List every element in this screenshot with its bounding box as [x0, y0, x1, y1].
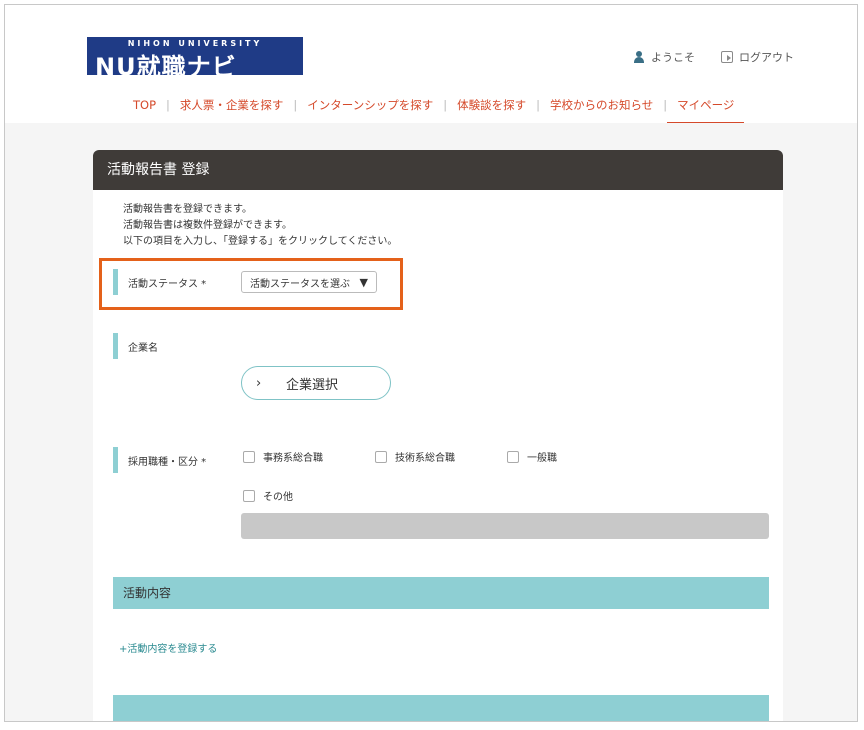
checkbox[interactable] [507, 450, 519, 463]
intro-line: 活動報告書は複数件登録ができます。 [123, 220, 292, 231]
logout-label: ログアウト [739, 51, 794, 64]
company-row-label: 企業名 [113, 333, 158, 359]
company-select-button[interactable]: › 企業選択 [241, 366, 391, 400]
next-section-header [113, 695, 769, 721]
welcome-text: ようこそ [651, 51, 695, 64]
label-marker [113, 447, 118, 473]
activity-section-header: 活動内容 [113, 577, 769, 609]
company-button-label: 企業選択 [286, 377, 339, 393]
job-option-label: 事務系総合職 [263, 453, 323, 464]
nav-item-notices[interactable]: 学校からのお知らせ [540, 97, 663, 113]
intro-line: 以下の項目を入力し、「登録する」をクリックしてください。 [123, 236, 398, 247]
logout-link[interactable]: ログアウト [721, 49, 794, 65]
checkbox[interactable] [375, 450, 387, 463]
job-option-label: その他 [263, 492, 293, 503]
nav-item-experiences[interactable]: 体験談を探す [447, 97, 536, 113]
label-marker [113, 333, 118, 359]
welcome-area: ようこそ [633, 49, 695, 65]
nav-item-mypage[interactable]: マイページ [667, 97, 745, 124]
company-label: 企業名 [128, 342, 158, 354]
job-option-general-office[interactable]: 事務系総合職 [243, 449, 323, 464]
user-icon [633, 51, 645, 63]
job-option-other[interactable]: その他 [243, 488, 293, 503]
screenshot-frame: NIHON UNIVERSITY NU就職ナビ ようこそ ログアウト TOP |… [4, 4, 858, 722]
checkbox[interactable] [243, 489, 255, 502]
job-option-label: 一般職 [527, 453, 557, 464]
form-title: 活動報告書 登録 [93, 150, 783, 190]
logo-title: NU就職ナビ [95, 53, 237, 81]
job-option-label: 技術系総合職 [395, 453, 455, 464]
nav-item-top[interactable]: TOP [123, 98, 166, 112]
job-row-label: 採用職種・区分 * [113, 447, 206, 473]
intro-line: 活動報告書を登録できます。 [123, 204, 252, 215]
intro-text: 活動報告書を登録できます。 活動報告書は複数件登録ができます。 以下の項目を入力… [123, 202, 397, 250]
add-activity-link[interactable]: +活動内容を登録する [119, 640, 217, 655]
job-option-clerical[interactable]: 一般職 [507, 449, 557, 464]
nav-list: TOP | 求人票・企業を探す | インターンシップを探す | 体験談を探す |… [123, 97, 745, 124]
report-form-card: 活動報告書 登録 活動報告書を登録できます。 活動報告書は複数件登録ができます。… [93, 150, 783, 721]
chevron-right-icon: › [256, 375, 262, 391]
checkbox[interactable] [243, 450, 255, 463]
job-option-general-tech[interactable]: 技術系総合職 [375, 449, 455, 464]
site-logo[interactable]: NIHON UNIVERSITY NU就職ナビ [87, 37, 303, 81]
highlight-box [99, 258, 403, 310]
job-label: 採用職種・区分 * [128, 456, 207, 468]
nav-item-jobs[interactable]: 求人票・企業を探す [170, 97, 294, 113]
nav-item-internship[interactable]: インターンシップを探す [297, 97, 443, 113]
other-text-input[interactable] [241, 513, 769, 539]
main-nav: TOP | 求人票・企業を探す | インターンシップを探す | 体験談を探す |… [5, 87, 857, 124]
logout-icon [721, 51, 733, 63]
site-header: NIHON UNIVERSITY NU就職ナビ ようこそ ログアウト [5, 5, 857, 88]
